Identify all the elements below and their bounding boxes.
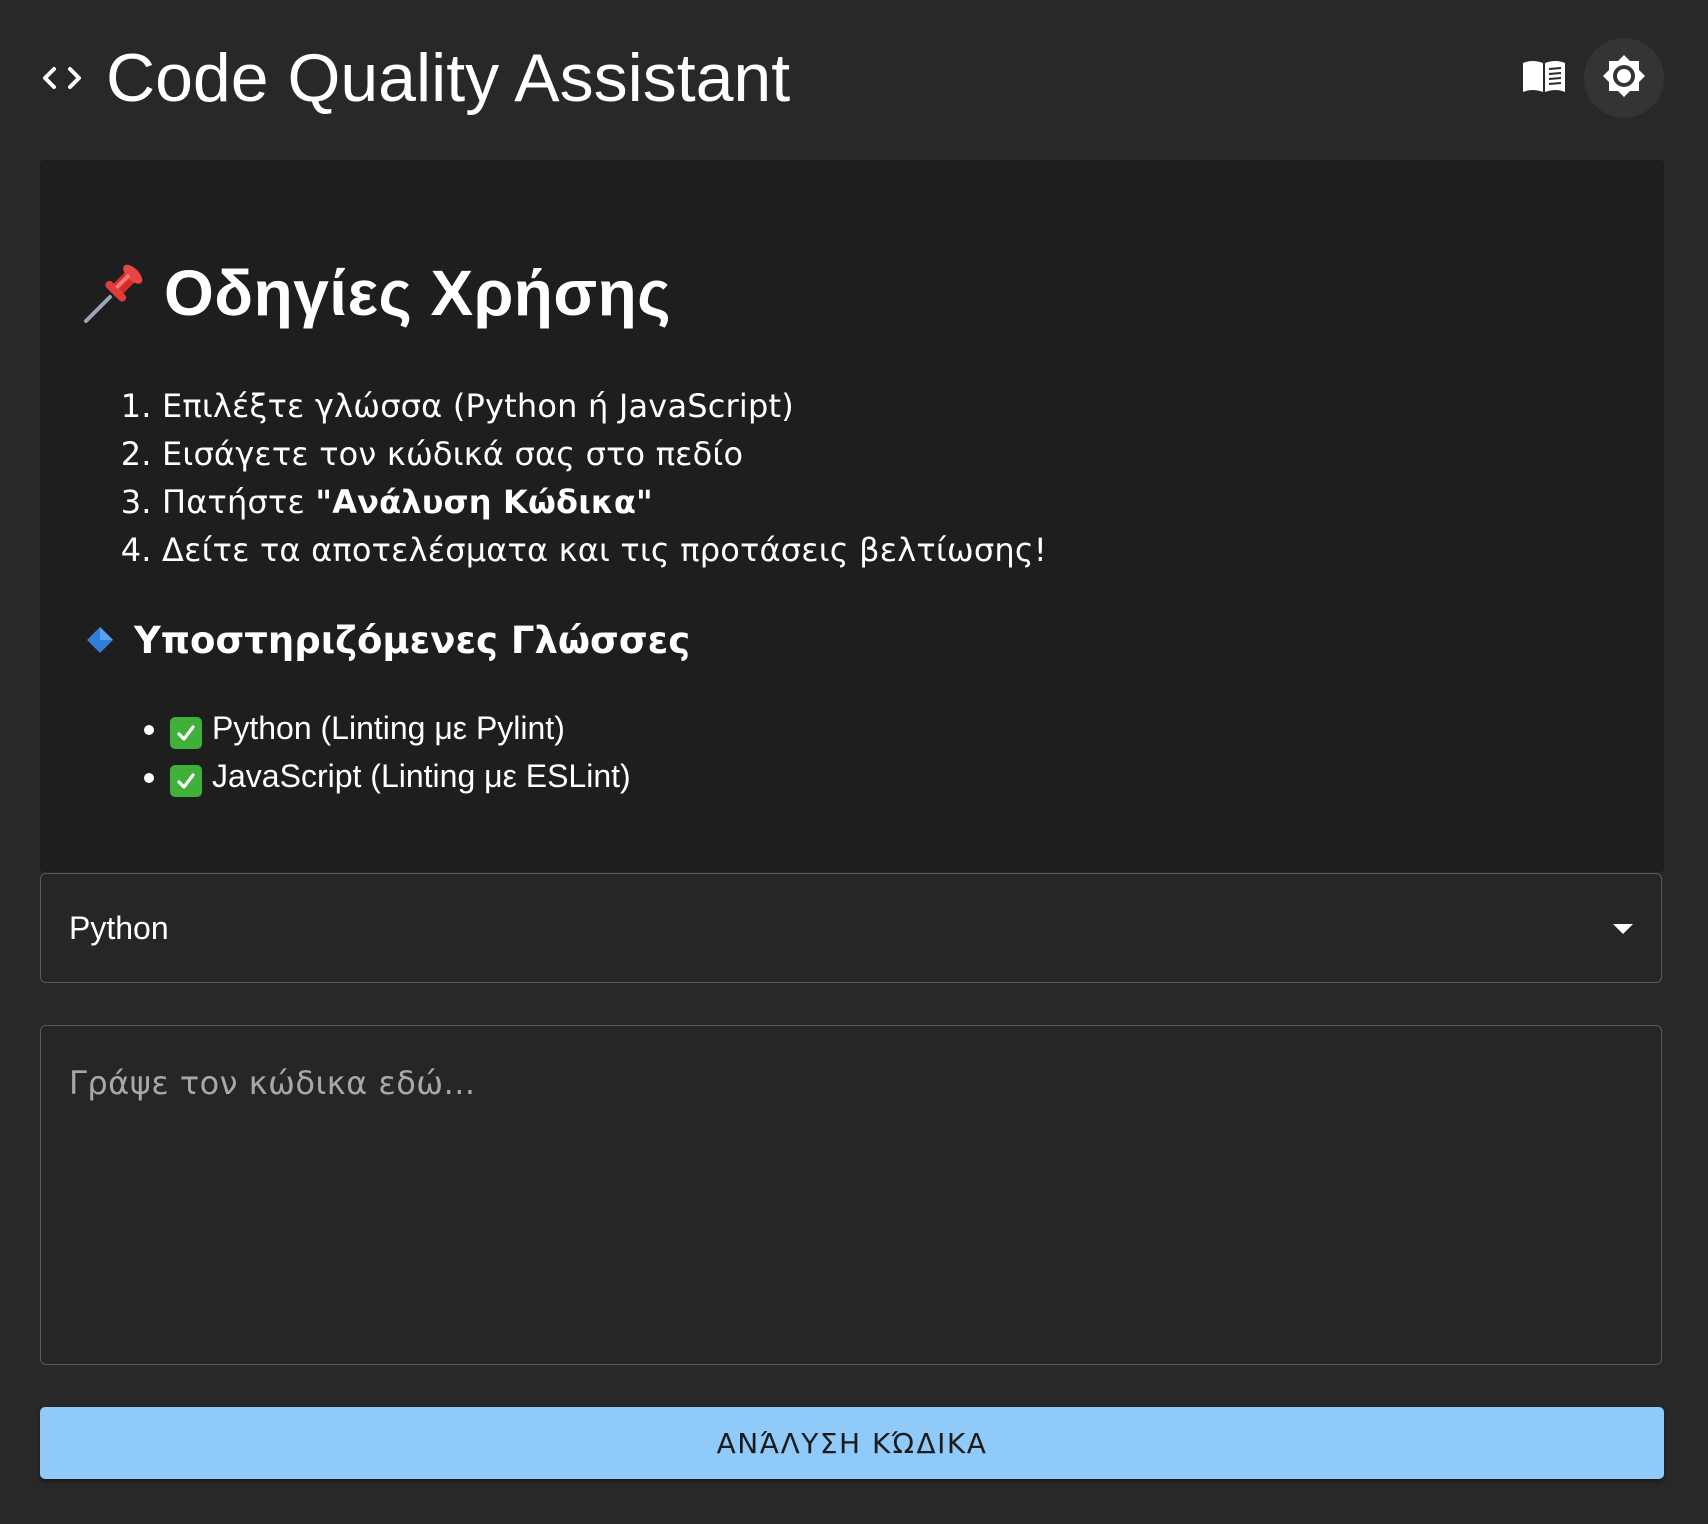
code-brackets-icon [40,58,88,98]
analyze-code-button[interactable]: ΑΝΆΛΥΣΗ ΚΏΔΙΚΑ [40,1407,1664,1479]
step-item: Εισάγετε τον κώδικά σας στο πεδίο [162,430,1047,478]
code-input[interactable] [40,1025,1662,1365]
app-title: Code Quality Assistant [106,40,791,116]
app-header: Code Quality Assistant [40,38,1664,118]
step-item: Πατήστε "Ανάλυση Κώδικα" [162,478,1047,526]
brightness-icon [1601,53,1647,104]
supported-languages-list: Python (Linting με Pylint) JavaScript (L… [130,704,631,800]
step-item: Δείτε τα αποτελέσματα και τις προτάσεις … [162,526,1047,574]
supported-languages-heading: Υποστηριζόμενες Γλώσσες [82,610,690,670]
instructions-title: Οδηγίες Χρήσης [164,257,672,329]
supported-languages-title: Υποστηριζόμενες Γλώσσες [134,618,691,662]
list-item: Python (Linting με Pylint) [170,704,631,752]
check-mark-icon [170,765,202,797]
docs-button[interactable] [1504,38,1584,118]
language-select[interactable]: Python [40,873,1662,983]
app-root: Code Quality Assistant Οδηγίες Χρήσης 1.… [0,0,1708,1524]
check-mark-icon [170,717,202,749]
pushpin-icon [80,259,148,327]
chevron-down-icon [1613,924,1633,934]
header-brand: Code Quality Assistant [40,38,790,118]
theme-toggle-button[interactable] [1584,38,1664,118]
step-item: Επιλέξτε γλώσσα (Python ή JavaScript) [162,382,1047,430]
blue-diamond-icon [84,624,116,656]
instructions-heading: Οδηγίες Χρήσης [80,248,671,338]
language-select-value: Python [69,910,169,946]
list-item: JavaScript (Linting με ESLint) [170,752,631,800]
instruction-steps: Επιλέξτε γλώσσα (Python ή JavaScript) Ει… [122,382,1047,574]
step-emphasis: "Ανάλυση Κώδικα" [315,483,653,521]
book-icon [1520,56,1568,101]
header-actions [1504,38,1664,118]
instructions-panel: Οδηγίες Χρήσης Επιλέξτε γλώσσα (Python ή… [40,160,1664,872]
